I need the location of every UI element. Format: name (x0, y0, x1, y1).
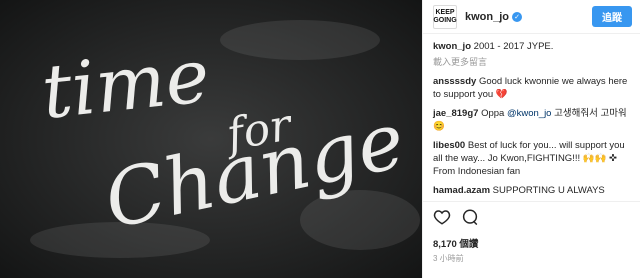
comment: anssssdy Good luck kwonnie we always her… (433, 75, 630, 101)
comment-text: Oppa (481, 108, 507, 119)
comment-username[interactable]: anssssdy (433, 76, 476, 87)
post-photo[interactable]: time for Change (0, 0, 422, 278)
follow-button[interactable]: 追蹤 (592, 6, 632, 27)
verified-icon: ✓ (512, 11, 523, 22)
post-side-panel: KEEP GOING kwon_jo ✓ 追蹤 kwon_jo 2001 - 2… (422, 0, 640, 278)
avatar[interactable]: KEEP GOING (433, 4, 457, 29)
load-more-comments[interactable]: 載入更多留言 (433, 56, 630, 69)
caption-username[interactable]: kwon_jo (433, 41, 471, 52)
likes-count[interactable]: 8,170 個讚 (433, 236, 478, 250)
avatar-text-2: GOING (433, 16, 457, 24)
comment: libes00 Best of luck for you... will sup… (433, 139, 630, 178)
comment-username[interactable]: libes00 (433, 140, 465, 151)
post-header: KEEP GOING kwon_jo ✓ 追蹤 (423, 0, 640, 34)
instagram-post: time for Change KEEP GOING kwon_jo ✓ 追蹤 … (0, 0, 640, 278)
chalk-time: time (38, 33, 213, 136)
comment: hamad.azam SUPPORTING U ALWAYS (433, 184, 630, 197)
comment-text: SUPPORTING U ALWAYS (492, 185, 605, 196)
caption: kwon_jo 2001 - 2017 JYPE. (433, 40, 630, 53)
comment-icon[interactable] (461, 208, 479, 226)
comment-username[interactable]: jae_819g7 (433, 108, 478, 119)
post-actions (433, 208, 479, 226)
comment-mention[interactable]: @kwon_jo (507, 108, 552, 119)
avatar-text-1: KEEP (435, 8, 455, 16)
comment-username[interactable]: hamad.azam (433, 185, 490, 196)
header-username[interactable]: kwon_jo (465, 11, 509, 23)
chalkboard-image: time for Change (0, 0, 422, 278)
comment: jae_819g7 Oppa @kwon_jo 고생해줘서 고마워 😊 (433, 107, 630, 133)
comments-list: kwon_jo 2001 - 2017 JYPE. 載入更多留言 anssssd… (423, 34, 640, 197)
divider (423, 201, 640, 202)
heart-icon[interactable] (433, 208, 451, 226)
caption-text: 2001 - 2017 JYPE. (473, 41, 554, 52)
post-timestamp[interactable]: 3 小時前 (433, 253, 464, 264)
